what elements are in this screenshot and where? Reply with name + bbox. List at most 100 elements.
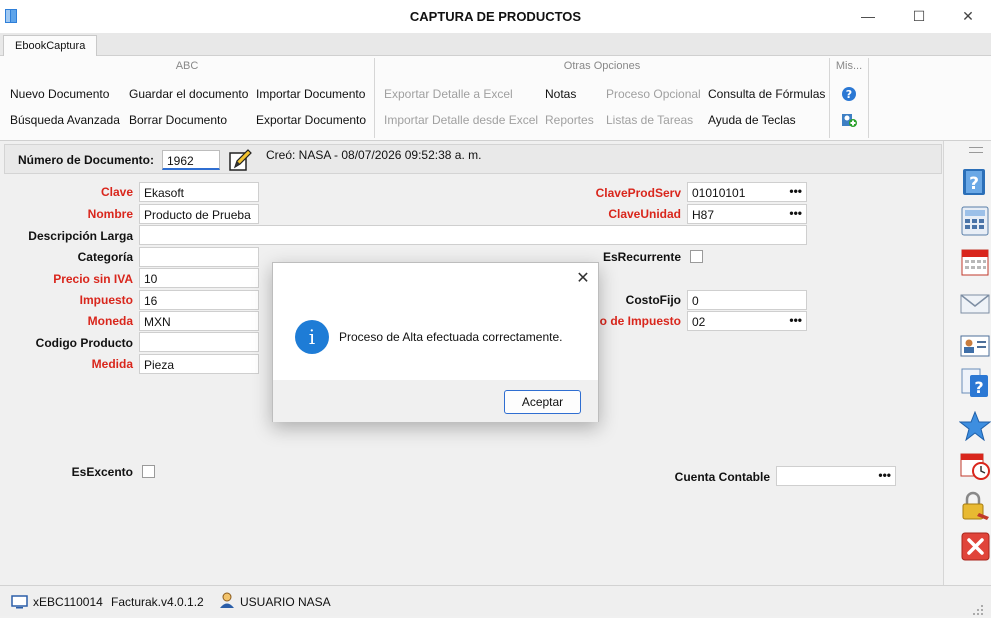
exportar-excel-button[interactable]: Exportar Detalle a Excel (384, 87, 513, 101)
user-add-icon[interactable] (841, 112, 857, 128)
impuesto-input[interactable]: 16 (139, 290, 259, 310)
monitor-icon (11, 595, 28, 609)
edit-pencil-icon[interactable] (227, 147, 253, 173)
claveprodserv-label: ClaveProdServ (595, 186, 681, 200)
success-dialog: ✕ i Proceso de Alta efectuada correctame… (272, 262, 599, 422)
impuesto-label: Impuesto (79, 293, 133, 307)
medida-input[interactable]: Pieza (139, 354, 259, 374)
window-title: CAPTURA DE PRODUCTOS (409, 9, 582, 24)
user-icon (220, 592, 234, 608)
contact-card-icon[interactable] (959, 331, 991, 361)
resize-grip[interactable] (971, 604, 985, 615)
group-title-abc: ABC (175, 60, 199, 72)
help-document-icon[interactable]: ? (959, 368, 991, 398)
esexcento-checkbox[interactable] (142, 465, 155, 478)
right-toolbar: ? ? (943, 141, 991, 585)
claveprodserv-value: 01010101 (692, 186, 746, 200)
ellipsis-button[interactable]: ••• (878, 468, 891, 482)
nombre-input[interactable]: Producto de Prueba (139, 204, 259, 224)
svg-text:?: ? (846, 88, 852, 101)
status-version: Facturak.v4.0.1.2 (111, 595, 204, 609)
ribbon-tab-row: EbookCaptura (0, 33, 991, 57)
calendar-icon[interactable] (959, 247, 991, 277)
group-separator (868, 58, 869, 138)
notas-button[interactable]: Notas (545, 87, 576, 101)
busqueda-avanzada-button[interactable]: Búsqueda Avanzada (10, 113, 120, 127)
costofijo-input[interactable]: 0 (687, 290, 807, 310)
codigo-input[interactable] (139, 332, 259, 352)
cuenta-contable-label: Cuenta Contable (674, 470, 770, 484)
help-book-icon[interactable]: ? (959, 167, 991, 197)
lock-key-icon[interactable] (959, 491, 991, 521)
dialog-close-button[interactable]: ✕ (571, 268, 595, 290)
star-icon[interactable] (959, 411, 991, 441)
precio-input[interactable]: 10 (139, 268, 259, 288)
tab-ebookcaptura[interactable]: EbookCaptura (3, 35, 98, 57)
ellipsis-button[interactable]: ••• (789, 184, 802, 198)
document-row: Número de Documento: 1962 Creó: NASA - 0… (4, 144, 942, 174)
moneda-input[interactable]: MXN (139, 311, 259, 331)
exportar-documento-button[interactable]: Exportar Documento (256, 113, 366, 127)
ellipsis-button[interactable]: ••• (789, 313, 802, 327)
categoria-input[interactable] (139, 247, 259, 267)
status-user: USUARIO NASA (240, 595, 331, 609)
objeto-impuesto-value: 02 (692, 315, 706, 329)
maximize-button[interactable]: ☐ (907, 5, 931, 27)
categoria-label: Categoría (77, 250, 133, 264)
svg-text:?: ? (974, 378, 983, 397)
created-info: Creó: NASA - 08/07/2026 09:52:38 a. m. (266, 148, 482, 162)
ayuda-teclas-button[interactable]: Ayuda de Teclas (708, 113, 796, 127)
proceso-opcional-button[interactable]: Proceso Opcional (606, 87, 701, 101)
status-bar: xEBC110014 Facturak.v4.0.1.2 USUARIO NAS… (0, 585, 991, 616)
toolbar-grip (969, 147, 983, 153)
guardar-documento-button[interactable]: Guardar el documento (129, 87, 248, 101)
group-title-mis: Mis... (835, 60, 863, 72)
title-bar: CAPTURA DE PRODUCTOS — ☐ ✕ (0, 0, 991, 33)
borrar-documento-button[interactable]: Borrar Documento (129, 113, 227, 127)
help-circle-icon[interactable]: ? (841, 86, 857, 102)
nuevo-documento-button[interactable]: Nuevo Documento (10, 87, 109, 101)
cuenta-contable-input[interactable]: ••• (776, 466, 896, 486)
close-red-icon[interactable] (959, 532, 991, 562)
precio-label: Precio sin IVA (53, 272, 133, 286)
objeto-impuesto-label: o de Impuesto (599, 314, 681, 328)
status-code: xEBC110014 (33, 595, 103, 609)
importar-documento-button[interactable]: Importar Documento (256, 87, 365, 101)
reportes-button[interactable]: Reportes (545, 113, 594, 127)
esrecurrente-checkbox[interactable] (690, 250, 703, 263)
esrecurrente-label: EsRecurrente (602, 250, 681, 264)
claveunidad-label: ClaveUnidad (608, 207, 681, 221)
descripcion-input[interactable] (139, 225, 807, 245)
claveunidad-input[interactable]: H87 ••• (687, 204, 807, 224)
ellipsis-button[interactable]: ••• (789, 206, 802, 220)
svg-text:?: ? (969, 174, 979, 194)
ribbon: ABC Nuevo Documento Guardar el documento… (0, 56, 991, 141)
consulta-formulas-button[interactable]: Consulta de Fórmulas (708, 87, 825, 101)
minimize-button[interactable]: — (856, 5, 880, 27)
listas-tareas-button[interactable]: Listas de Tareas (606, 113, 693, 127)
group-title-otras: Otras Opciones (563, 60, 641, 72)
importar-excel-button[interactable]: Importar Detalle desde Excel (384, 113, 538, 127)
moneda-label: Moneda (87, 314, 133, 328)
aceptar-button[interactable]: Aceptar (504, 390, 581, 414)
descripcion-label: Descripción Larga (28, 229, 133, 243)
mail-icon[interactable] (959, 289, 991, 319)
clave-input[interactable]: Ekasoft (139, 182, 259, 202)
dialog-message: Proceso de Alta efectuada correctamente. (339, 330, 563, 344)
esexcento-label: EsExcento (71, 465, 133, 479)
objeto-impuesto-input[interactable]: 02 ••• (687, 311, 807, 331)
clave-label: Clave (100, 185, 133, 199)
codigo-label: Codigo Producto (35, 336, 133, 350)
claveunidad-value: H87 (692, 208, 715, 222)
calendar-clock-icon[interactable] (959, 451, 991, 481)
claveprodserv-input[interactable]: 01010101 ••• (687, 182, 807, 202)
calculator-icon[interactable] (959, 206, 991, 236)
medida-label: Medida (91, 357, 133, 371)
document-number-input[interactable]: 1962 (162, 150, 220, 170)
dialog-footer: Aceptar (273, 380, 598, 422)
nombre-label: Nombre (87, 207, 133, 221)
document-number-label: Número de Documento: (18, 153, 155, 167)
costofijo-label: CostoFijo (625, 293, 681, 307)
dialog-header: ✕ (273, 263, 598, 295)
close-window-button[interactable]: ✕ (956, 5, 980, 27)
